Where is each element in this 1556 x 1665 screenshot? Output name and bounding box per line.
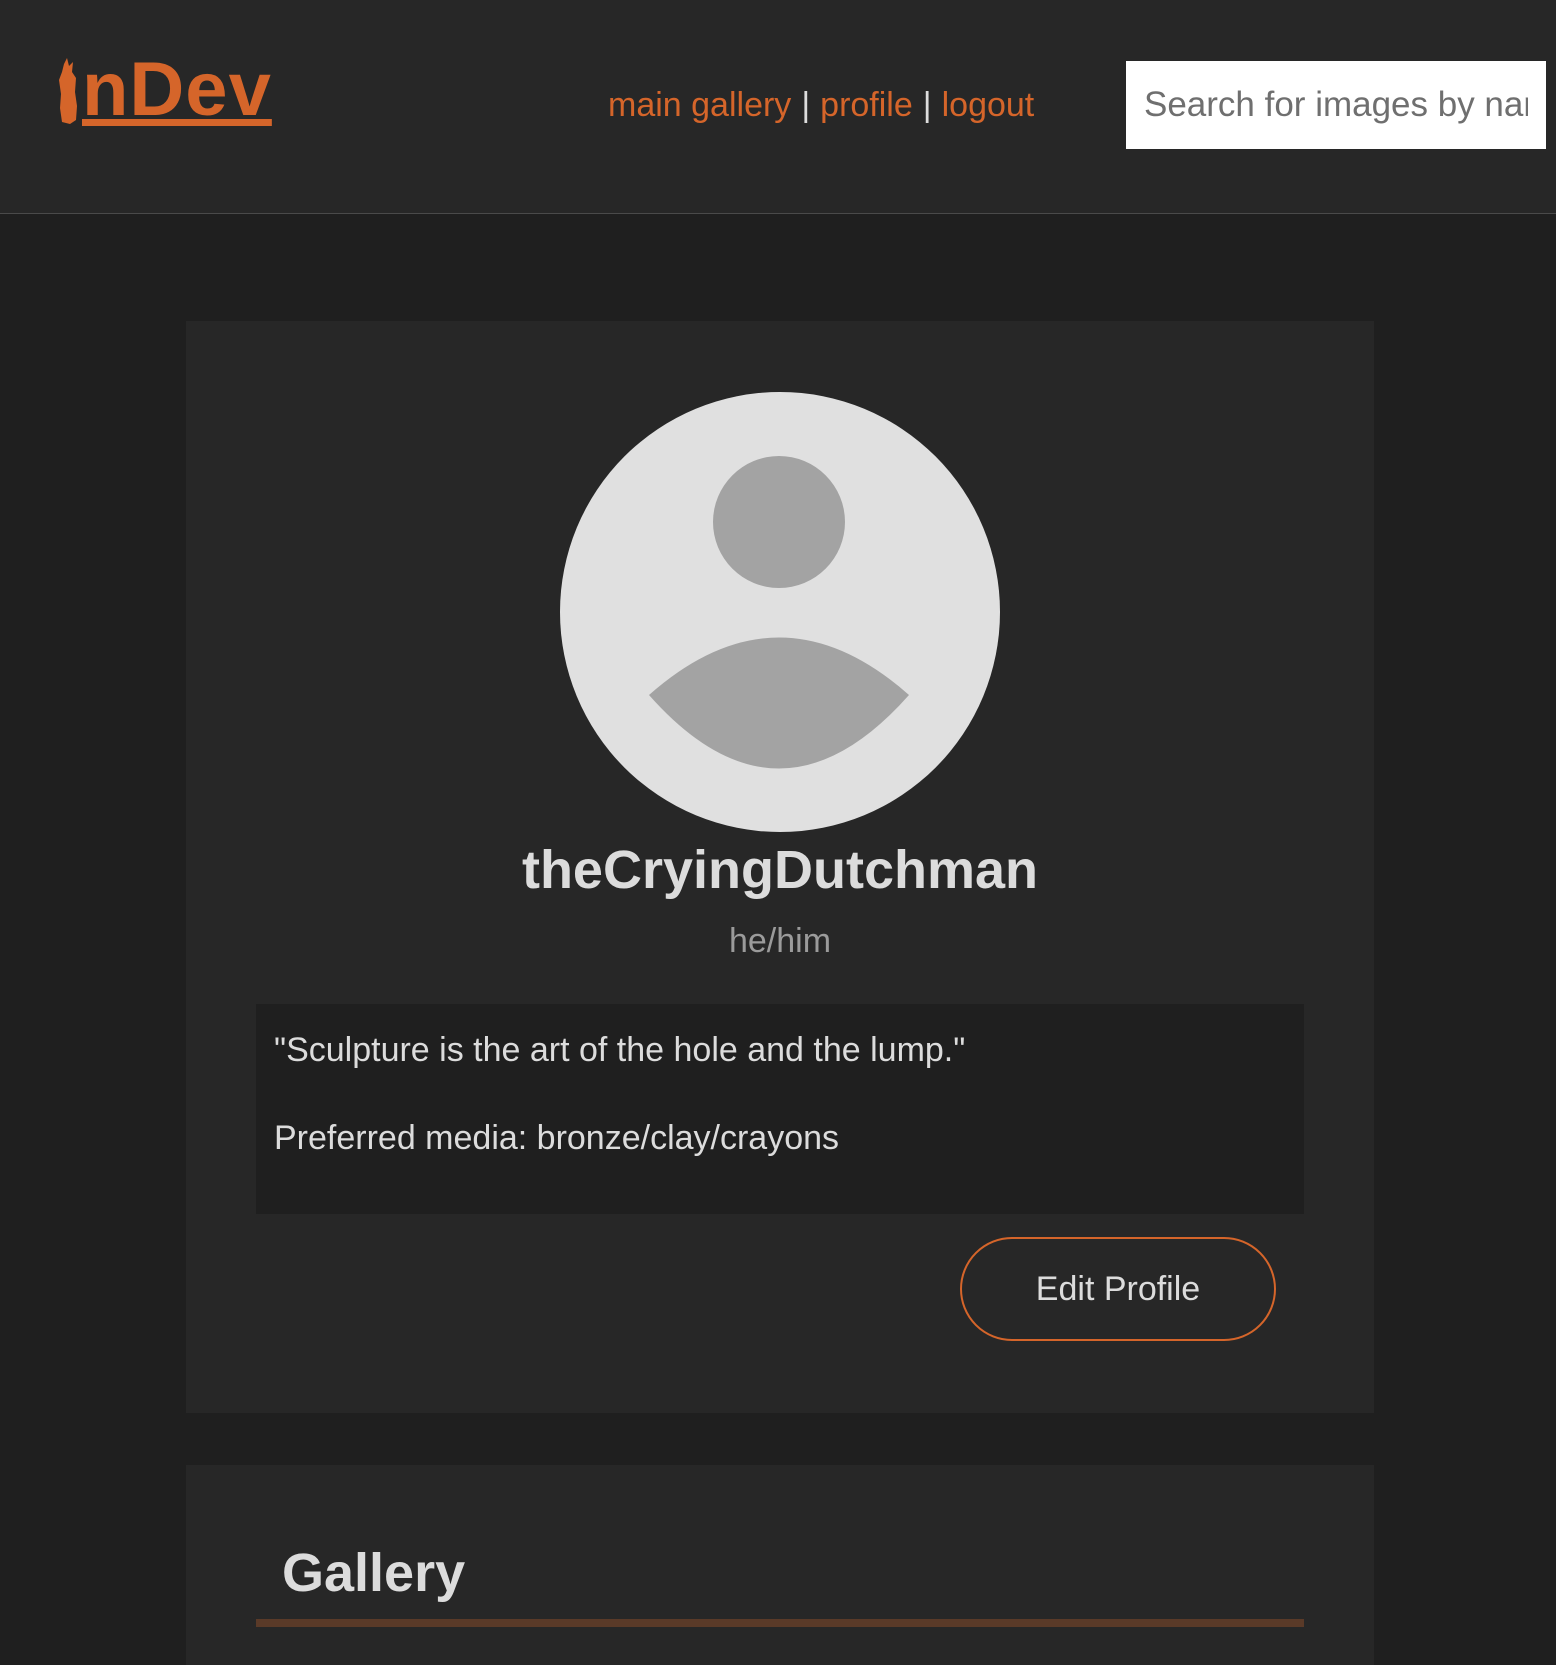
site-header: nDev main gallery | profile | logout (0, 0, 1556, 214)
bio-quote: "Sculpture is the art of the hole and th… (274, 1031, 966, 1069)
gallery-divider (256, 1619, 1304, 1627)
nav-link-logout[interactable]: logout (942, 86, 1035, 124)
main-nav: main gallery | profile | logout (608, 84, 1034, 126)
gallery-section: Gallery (186, 1465, 1374, 1665)
site-logo[interactable]: nDev (58, 52, 272, 128)
gallery-heading: Gallery (282, 1543, 466, 1603)
profile-username: theCryingDutchman (521, 840, 1039, 900)
image-search-input[interactable] (1126, 61, 1546, 149)
bio-preferred-media: Preferred media: bronze/clay/crayons (274, 1119, 840, 1157)
logo-text: nDev (82, 47, 272, 132)
default-user-avatar-icon (560, 392, 1000, 832)
profile-pronouns: he/him (728, 922, 832, 960)
nav-separator: | (922, 86, 932, 124)
brush-stroke-i-icon (59, 58, 77, 124)
profile-bio: "Sculpture is the art of the hole and th… (256, 1004, 1304, 1214)
nav-link-profile[interactable]: profile (820, 86, 913, 124)
nav-link-main-gallery[interactable]: main gallery (608, 86, 791, 124)
profile-card: theCryingDutchman he/him "Sculpture is t… (186, 321, 1374, 1413)
edit-profile-button[interactable]: Edit Profile (960, 1237, 1276, 1341)
nav-separator: | (801, 86, 811, 124)
